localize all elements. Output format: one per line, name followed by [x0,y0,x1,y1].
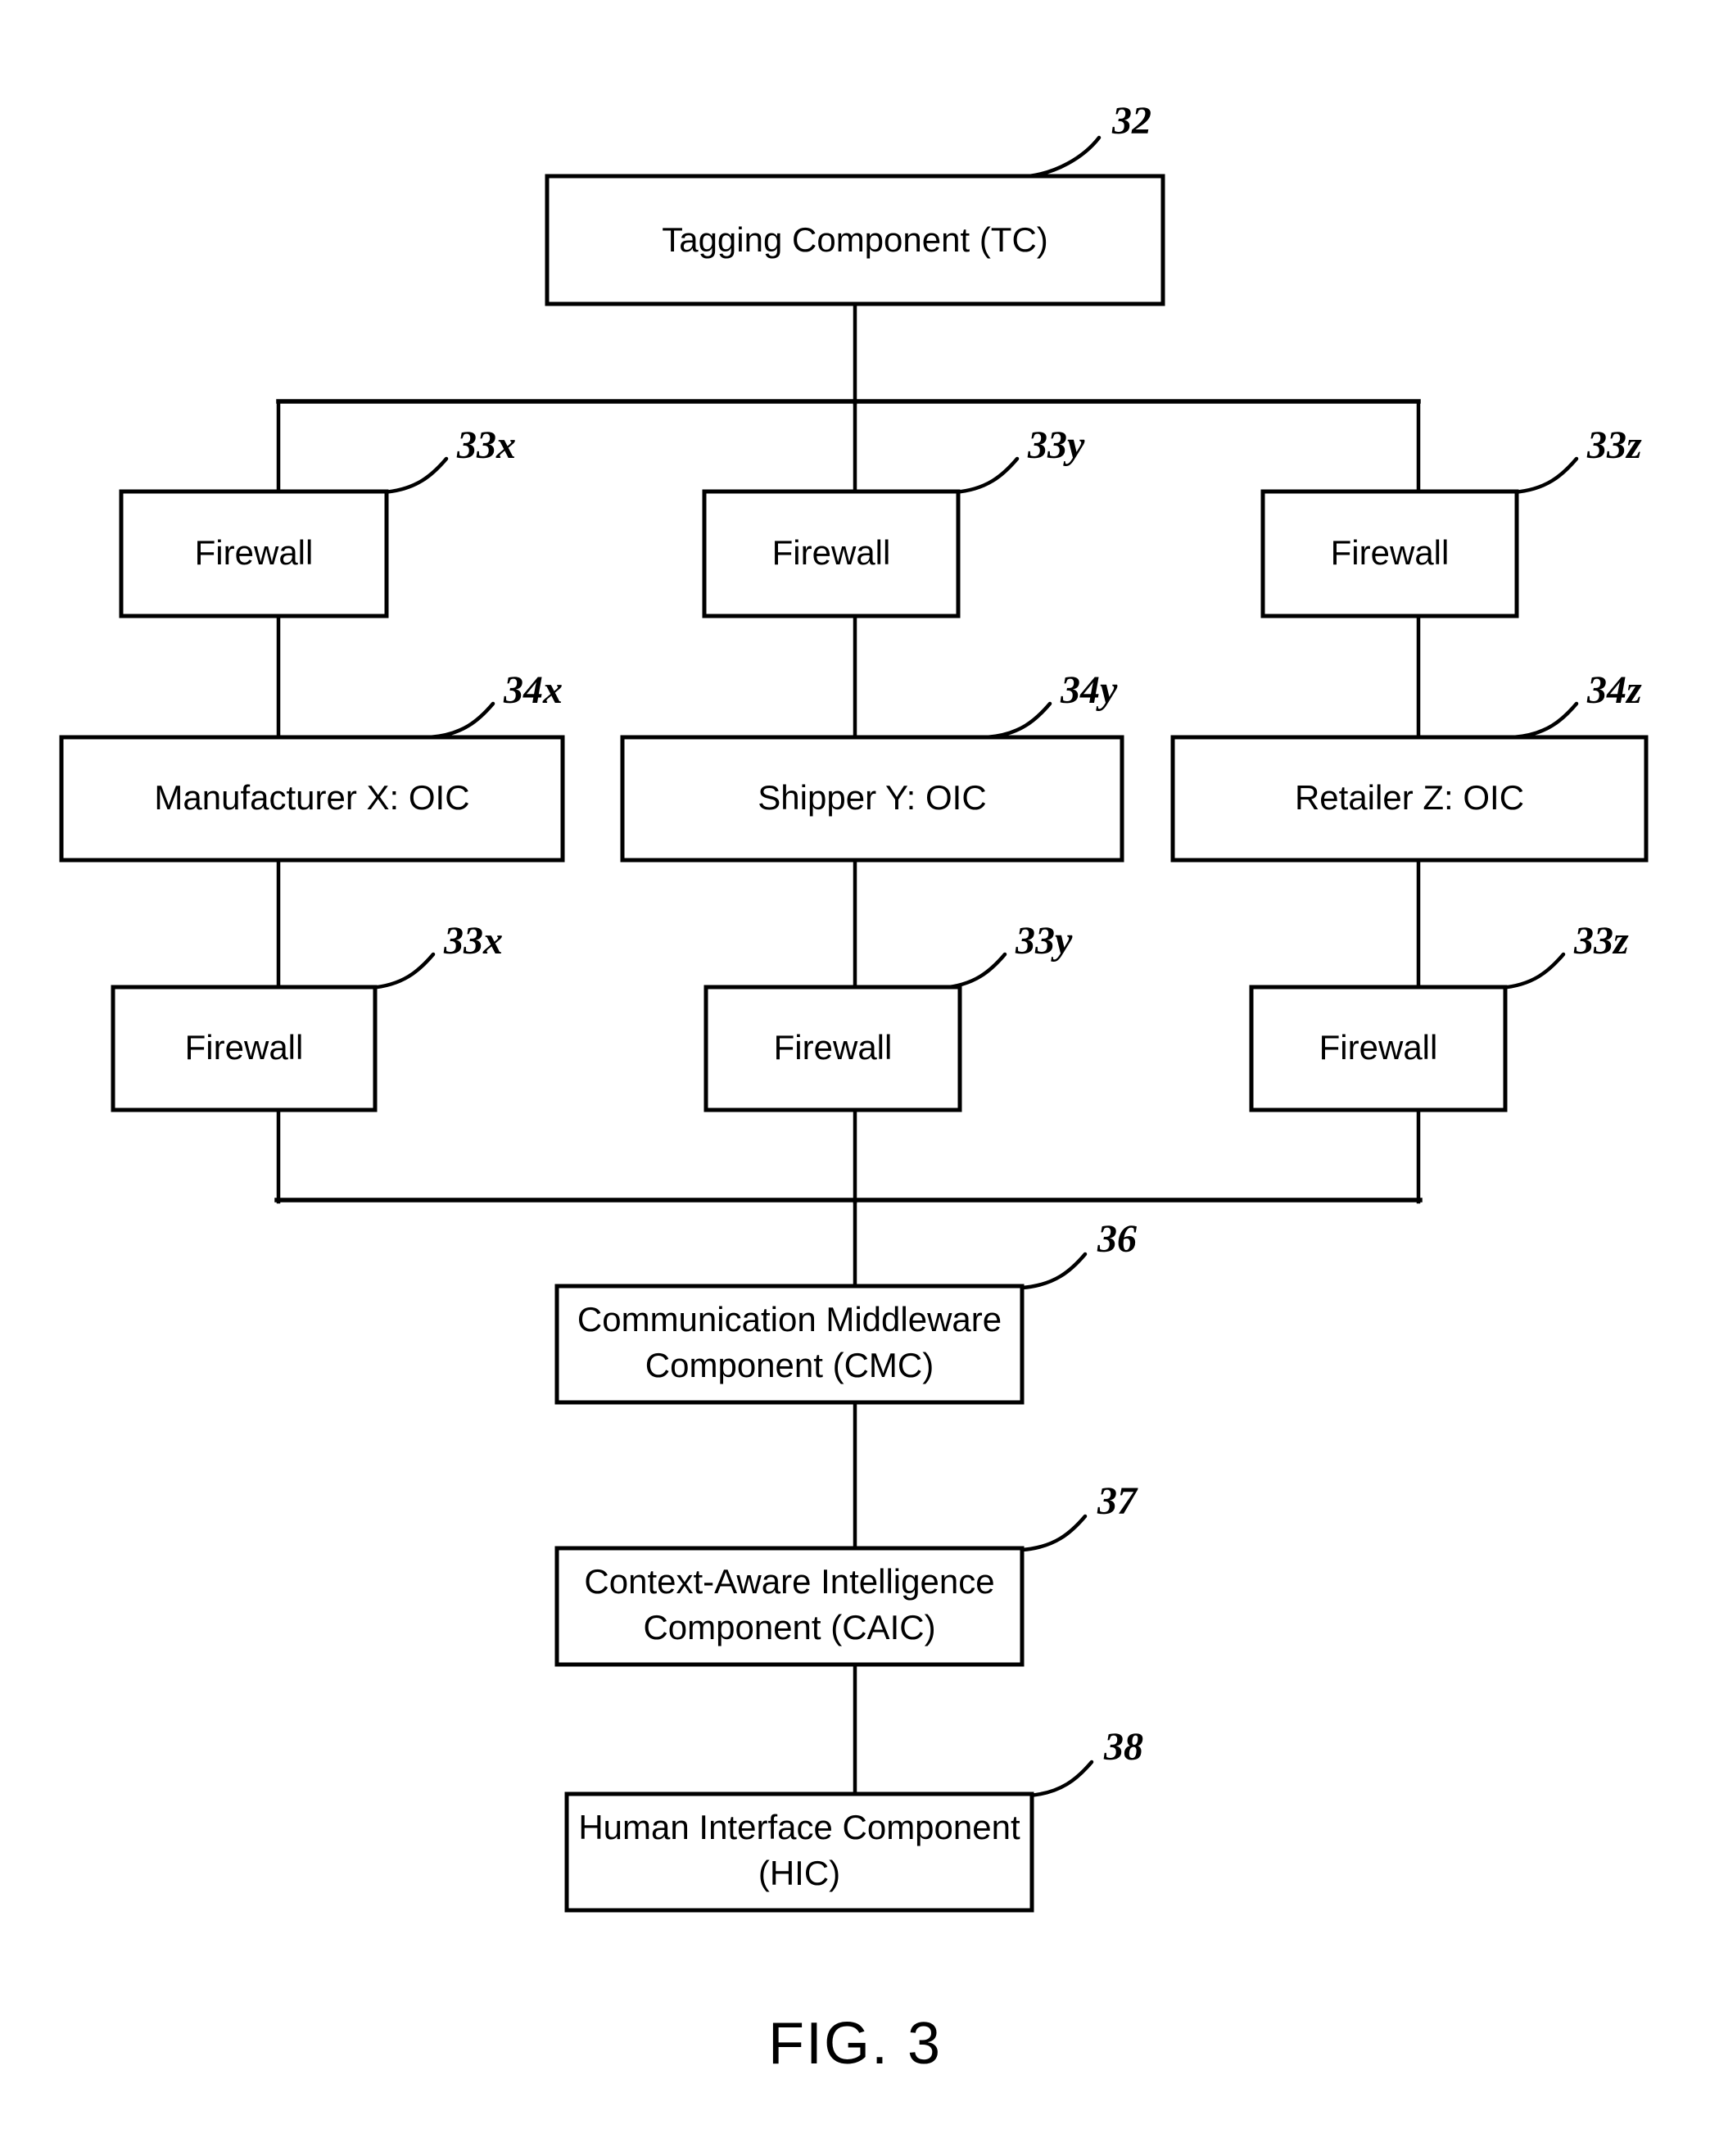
leader-line-34y [984,701,1052,740]
firewall-y-bottom-label: Firewall [774,1028,893,1067]
leader-line-33z-top [1511,456,1579,495]
ref-numeral-33y-top: 33y [1027,424,1085,467]
leader-line-38 [1026,1760,1094,1798]
firewall-y-top-label: Firewall [772,533,891,572]
ref-numeral-33y-bottom: 33y [1015,919,1073,962]
node-firewall-z-top[interactable]: Firewall [1260,489,1519,618]
communication-middleware-label-line2: Component (CMC) [645,1346,934,1384]
leader-line-32 [1017,135,1102,179]
node-firewall-z-bottom[interactable]: Firewall [1249,985,1508,1112]
node-retailer-z[interactable]: Retailer Z: OIC [1170,735,1649,863]
firewall-x-top-label: Firewall [195,533,314,572]
firewall-z-top-label: Firewall [1331,533,1450,572]
ref-numeral-34x: 34x [503,668,563,712]
patent-figure-3: Tagging Component (TC) 32 Firewall 33x F… [0,0,1710,2156]
tagging-component-label: Tagging Component (TC) [662,220,1048,259]
firewall-z-bottom-label: Firewall [1319,1028,1438,1067]
node-tagging-component[interactable]: Tagging Component (TC) [545,174,1165,306]
node-firewall-y-bottom[interactable]: Firewall [703,985,962,1112]
leader-line-37 [1020,1514,1088,1552]
node-communication-middleware[interactable]: Communication Middleware Component (CMC) [554,1284,1025,1405]
retailer-z-label: Retailer Z: OIC [1295,778,1524,817]
human-interface-label-line1: Human Interface Component [578,1808,1020,1846]
ref-numeral-33x-top: 33x [456,424,516,467]
leader-line-33y-top [952,456,1020,495]
leader-line-34x [428,701,495,740]
node-human-interface[interactable]: Human Interface Component (HIC) [564,1791,1034,1913]
communication-middleware-label-line1: Communication Middleware [577,1300,1002,1338]
context-aware-intelligence-label-line2: Component (CAIC) [643,1608,935,1646]
firewall-x-bottom-label: Firewall [185,1028,304,1067]
node-firewall-y-top[interactable]: Firewall [702,489,961,618]
leader-line-34z [1511,701,1579,740]
shipper-y-label: Shipper Y: OIC [758,778,986,817]
ref-numeral-33x-bottom: 33x [443,919,503,962]
leader-line-33z-bottom [1498,952,1566,990]
node-firewall-x-bottom[interactable]: Firewall [111,985,378,1112]
manufacturer-x-label: Manufacturer X: OIC [154,778,469,817]
ref-numeral-38: 38 [1103,1725,1143,1769]
ref-numeral-37: 37 [1097,1479,1138,1523]
node-shipper-y[interactable]: Shipper Y: OIC [620,735,1124,863]
ref-numeral-33z-bottom: 33z [1573,919,1629,962]
leader-line-33x-top [381,456,449,495]
figure-caption: FIG. 3 [768,2011,942,2077]
leader-line-33y-bottom [939,952,1007,990]
ref-numeral-33z-top: 33z [1586,424,1642,467]
leader-line-33x-bottom [368,952,436,990]
node-context-aware-intelligence[interactable]: Context-Aware Intelligence Component (CA… [554,1546,1025,1667]
context-aware-intelligence-label-line1: Context-Aware Intelligence [584,1562,994,1601]
leader-line-36 [1020,1252,1088,1290]
ref-numeral-36: 36 [1097,1217,1137,1261]
node-manufacturer-x[interactable]: Manufacturer X: OIC [59,735,565,863]
ref-numeral-34z: 34z [1586,668,1642,712]
ref-numeral-34y: 34y [1060,668,1118,712]
human-interface-label-line2: (HIC) [758,1854,840,1892]
ref-numeral-32: 32 [1111,99,1151,143]
node-firewall-x-top[interactable]: Firewall [119,489,389,618]
block-diagram-canvas: Tagging Component (TC) 32 Firewall 33x F… [59,99,1649,2077]
